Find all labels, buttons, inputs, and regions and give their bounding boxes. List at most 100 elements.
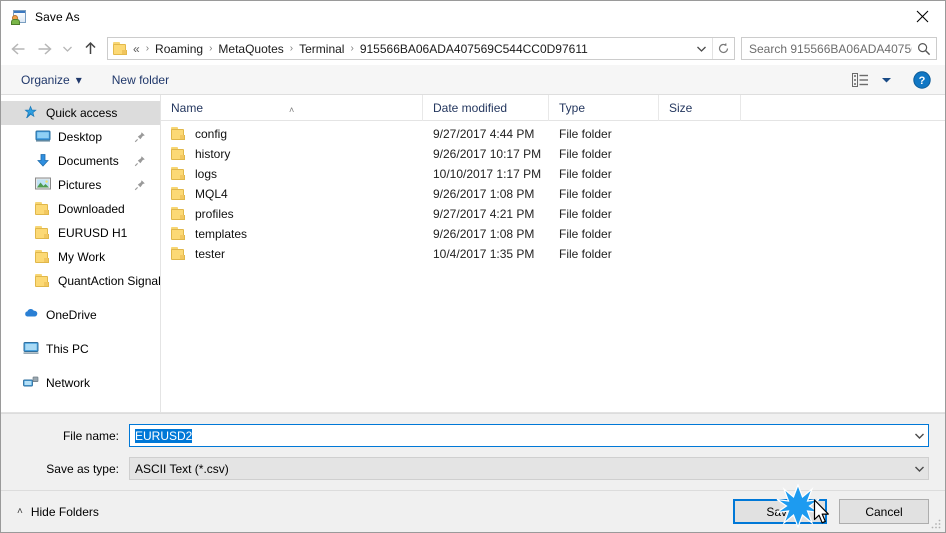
- folder-icon: [35, 273, 51, 289]
- file-name: MQL4: [195, 187, 228, 201]
- file-name: logs: [195, 167, 218, 181]
- column-header-row: Name ˄ Date modified Type Size: [161, 94, 945, 121]
- table-row[interactable]: MQL4 9/26/2017 1:08 PM File folder: [161, 184, 945, 204]
- sidebar-item-label: OneDrive: [46, 308, 97, 322]
- file-rows[interactable]: config 9/27/2017 4:44 PM File folder his…: [161, 121, 945, 412]
- chevron-down-icon[interactable]: [690, 38, 712, 59]
- column-header-filler: [741, 95, 945, 121]
- refresh-icon[interactable]: [712, 38, 734, 59]
- table-row[interactable]: logs 10/10/2017 1:17 PM File folder: [161, 164, 945, 184]
- close-icon[interactable]: [899, 1, 945, 32]
- sort-ascending-icon: ˄: [289, 104, 295, 115]
- file-date: 9/27/2017 4:21 PM: [433, 207, 535, 221]
- sidebar-item-pictures[interactable]: Pictures: [1, 173, 160, 197]
- desktop-icon: [35, 129, 51, 145]
- file-type: File folder: [559, 247, 612, 261]
- pictures-icon: [35, 177, 51, 193]
- save-as-dialog: Save As « › Roaming › MetaQuotes › Termi…: [0, 0, 946, 533]
- folder-icon: [171, 146, 187, 162]
- breadcrumb-overflow[interactable]: «: [132, 42, 141, 56]
- file-size: [659, 124, 741, 144]
- chevron-down-icon[interactable]: [910, 425, 928, 446]
- sidebar-item-onedrive[interactable]: OneDrive: [1, 303, 160, 327]
- breadcrumb-item-metaquotes[interactable]: MetaQuotes: [217, 42, 284, 56]
- column-header-type[interactable]: Type: [549, 94, 659, 121]
- save-form: File name: EURUSD2 Save as type: ASCII T…: [1, 413, 945, 490]
- table-row[interactable]: tester 10/4/2017 1:35 PM File folder: [161, 244, 945, 264]
- resize-grip-icon[interactable]: [930, 518, 942, 530]
- organize-button[interactable]: Organize ▾: [15, 70, 88, 90]
- table-row[interactable]: config 9/27/2017 4:44 PM File folder: [161, 124, 945, 144]
- chevron-down-icon[interactable]: [910, 458, 928, 479]
- file-type: File folder: [559, 227, 612, 241]
- sidebar-item-my-work[interactable]: My Work: [1, 245, 160, 269]
- sidebar-item-label: This PC: [46, 342, 89, 356]
- file-type: File folder: [559, 147, 612, 161]
- sidebar-item-quantaction-signal[interactable]: QuantAction Signal: [1, 269, 160, 293]
- pin-icon[interactable]: [134, 131, 146, 143]
- file-type: File folder: [559, 127, 612, 141]
- column-header-name[interactable]: Name ˄: [161, 94, 423, 121]
- table-row[interactable]: templates 9/26/2017 1:08 PM File folder: [161, 224, 945, 244]
- save-as-app-icon: [11, 9, 27, 25]
- breadcrumb-item-terminal[interactable]: Terminal: [298, 42, 345, 56]
- title-bar: Save As: [1, 1, 945, 32]
- folder-icon: [35, 201, 51, 217]
- file-name: history: [195, 147, 231, 161]
- view-layout-icon[interactable]: [849, 71, 871, 89]
- forward-arrow-icon[interactable]: [31, 36, 57, 62]
- breadcrumb-separator: ›: [289, 43, 294, 54]
- save-button[interactable]: Save: [733, 499, 827, 524]
- hide-folders-label: Hide Folders: [30, 504, 99, 519]
- table-row[interactable]: profiles 9/27/2017 4:21 PM File folder: [161, 204, 945, 224]
- sidebar-item-this-pc[interactable]: This PC: [1, 337, 160, 361]
- file-date: 9/26/2017 1:08 PM: [433, 227, 535, 241]
- dialog-body: Quick access Desktop Documents Pictures …: [1, 94, 945, 412]
- file-name-label: File name:: [62, 428, 119, 443]
- column-header-date-modified[interactable]: Date modified: [423, 94, 549, 121]
- search-icon[interactable]: [912, 42, 936, 56]
- sidebar-item-label: Quick access: [46, 106, 118, 120]
- file-list-area: Name ˄ Date modified Type Size config 9/…: [161, 94, 945, 412]
- sidebar-item-label: Pictures: [58, 178, 102, 192]
- sidebar-item-documents[interactable]: Documents: [1, 149, 160, 173]
- table-row[interactable]: history 9/26/2017 10:17 PM File folder: [161, 144, 945, 164]
- file-name-row: File name: EURUSD2: [17, 424, 929, 447]
- file-type: File folder: [559, 187, 612, 201]
- file-name-input[interactable]: EURUSD2: [129, 424, 929, 447]
- back-arrow-icon[interactable]: [5, 36, 31, 62]
- breadcrumb-separator: ›: [145, 43, 150, 54]
- save-as-type-row: Save as type: ASCII Text (*.csv): [17, 457, 929, 480]
- up-arrow-icon[interactable]: [77, 36, 103, 62]
- file-size: [659, 164, 741, 184]
- command-toolbar: Organize ▾ New folder ?: [1, 65, 945, 95]
- view-dropdown-caret-icon[interactable]: [875, 71, 897, 89]
- star-pin-icon: [23, 105, 39, 121]
- help-icon[interactable]: ?: [913, 70, 931, 89]
- sidebar-item-downloaded[interactable]: Downloaded: [1, 197, 160, 221]
- hide-folders-button[interactable]: ˄ Hide Folders: [17, 505, 99, 519]
- navigation-sidebar[interactable]: Quick access Desktop Documents Pictures …: [1, 95, 161, 412]
- breadcrumb-item-instance-id[interactable]: 915566BA06ADA407569C544CC0D97611: [359, 42, 589, 56]
- pin-icon[interactable]: [134, 179, 146, 191]
- folder-icon: [171, 226, 187, 242]
- recent-locations-chevron-icon[interactable]: [57, 36, 77, 62]
- breadcrumb-item-roaming[interactable]: Roaming: [154, 42, 204, 56]
- sidebar-item-desktop[interactable]: Desktop: [1, 125, 160, 149]
- search-input[interactable]: Search 915566BA06ADA40756...: [741, 37, 937, 60]
- pin-icon[interactable]: [134, 155, 146, 167]
- sidebar-item-label: Downloaded: [58, 202, 125, 216]
- window-title: Save As: [35, 9, 80, 24]
- column-header-size[interactable]: Size: [659, 94, 741, 121]
- new-folder-button[interactable]: New folder: [106, 70, 175, 90]
- new-folder-label: New folder: [111, 72, 170, 87]
- sidebar-item-eurusd-h1[interactable]: EURUSD H1: [1, 221, 160, 245]
- address-bar[interactable]: « › Roaming › MetaQuotes › Terminal › 91…: [107, 37, 735, 60]
- sidebar-item-label: QuantAction Signal: [58, 274, 161, 288]
- save-as-type-select[interactable]: ASCII Text (*.csv): [129, 457, 929, 480]
- cancel-button[interactable]: Cancel: [839, 499, 929, 524]
- file-size: [659, 184, 741, 204]
- file-type: File folder: [559, 207, 612, 221]
- sidebar-item-quick-access[interactable]: Quick access: [1, 101, 160, 125]
- sidebar-item-network[interactable]: Network: [1, 371, 160, 395]
